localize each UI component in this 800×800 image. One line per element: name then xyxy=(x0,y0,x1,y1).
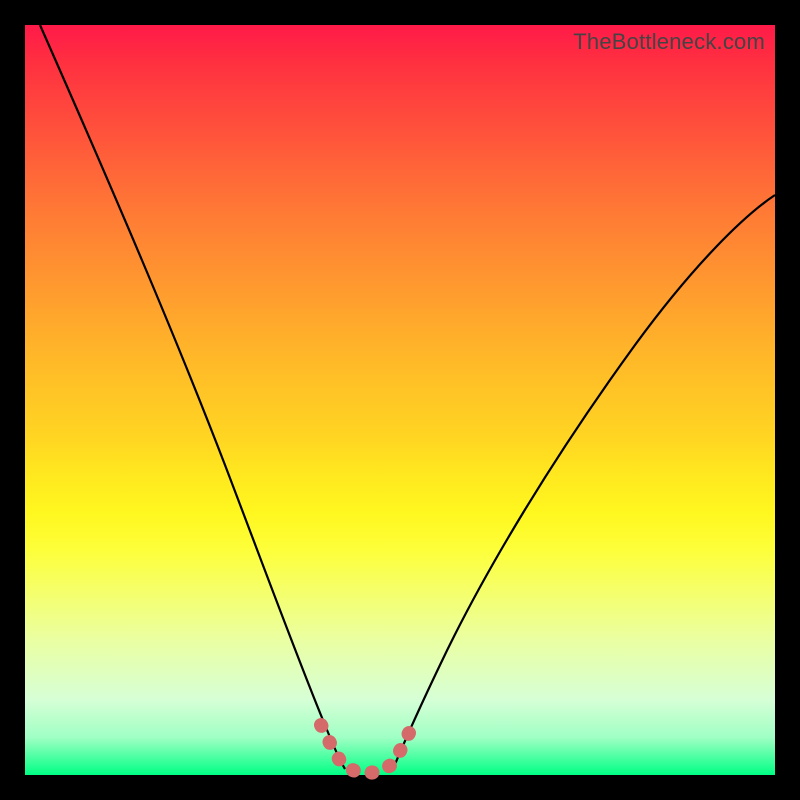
right-bottleneck-curve xyxy=(393,195,775,769)
watermark-text: TheBottleneck.com xyxy=(573,29,765,55)
left-bottleneck-curve xyxy=(40,25,345,769)
chart-plot-area: TheBottleneck.com xyxy=(25,25,775,775)
chart-svg xyxy=(25,25,775,775)
